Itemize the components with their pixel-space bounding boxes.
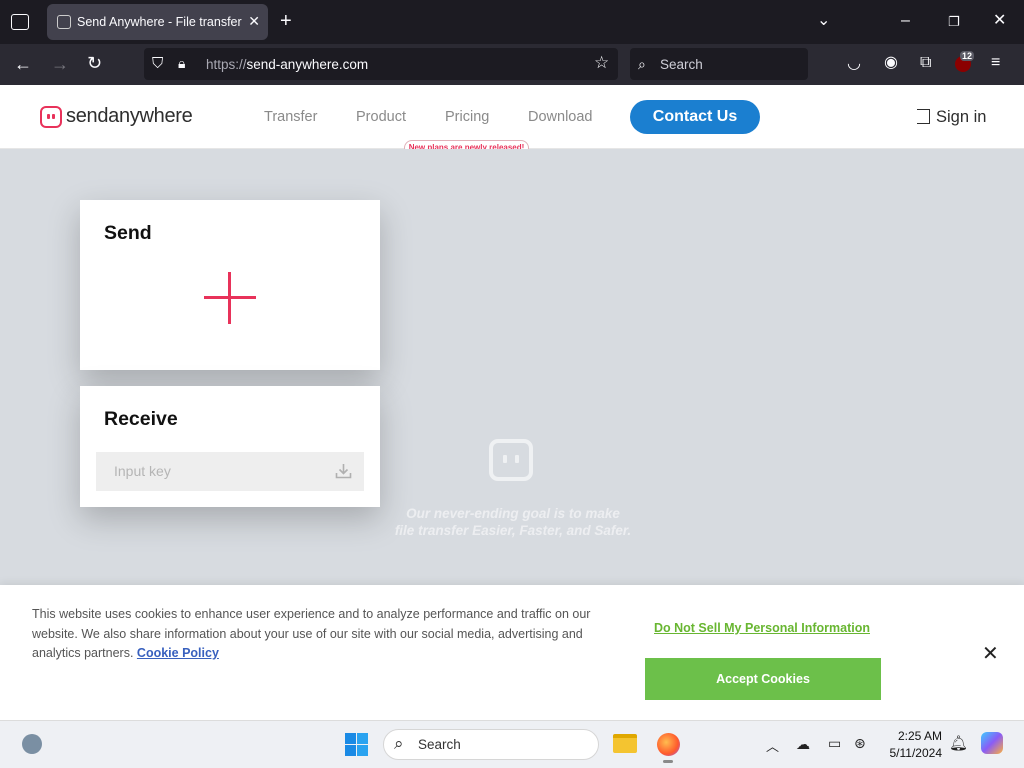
sign-in-link[interactable]: Sign in [917,108,986,127]
do-not-sell-link[interactable]: Do Not Sell My Personal Information [654,621,870,635]
close-tab-icon[interactable]: ✕ [248,13,260,30]
firefox-active-indicator [663,760,673,763]
show-hidden-icons-icon[interactable]: ︿ [766,736,779,755]
nav-product[interactable]: Product [356,109,406,125]
nav-pricing[interactable]: Pricing [445,109,489,125]
account-icon[interactable]: ◉ [884,55,898,71]
add-file-plus-icon[interactable] [204,272,256,324]
clock[interactable]: 2:25 AM 5/11/2024 [870,729,943,760]
cookie-text: This website uses cookies to enhance use… [32,607,591,660]
nav-transfer[interactable]: Transfer [264,109,317,125]
file-explorer-icon[interactable] [613,734,637,753]
tab-list-icon[interactable] [11,14,29,30]
taskbar-search-icon: ⌕ [394,734,404,753]
shield-icon[interactable]: ⛉ [152,56,163,72]
menu-icon[interactable]: ≡ [991,55,1000,71]
plus-vertical [228,272,231,324]
back-icon[interactable]: ← [14,55,32,73]
site-logo[interactable]: sendanywhere [66,105,193,128]
tagline-line2: file transfer Easier, Faster, and Safer. [394,523,632,538]
url-text[interactable]: https://send-anywhere.com [206,57,368,72]
download-icon[interactable] [335,463,352,479]
receive-title: Receive [104,408,178,430]
browser-search-bar[interactable]: ⌕ Search [630,48,808,80]
sendanywhere-watermark-icon [489,439,533,481]
tagline: Our never-ending goal is to make file tr… [358,505,668,539]
restore-icon[interactable]: ❐ [948,14,960,30]
display-icon[interactable]: ▭ [828,735,841,752]
site-favicon-icon [57,15,71,29]
input-key-placeholder: Input key [114,463,171,479]
close-window-icon[interactable]: ✕ [993,13,1006,29]
accept-cookies-button[interactable]: Accept Cookies [645,658,881,700]
notification-bell-icon[interactable]: 🔔︎ [949,734,968,752]
network-volume-icon[interactable]: ⊛ [854,735,866,752]
windows-start-icon[interactable] [345,733,368,756]
taskbar-search[interactable]: ⌕ Search [383,729,599,760]
extension-badge: 12 [960,51,975,61]
forward-icon[interactable]: → [51,55,69,73]
taskbar-search-label: Search [418,737,461,752]
clock-time: 2:25 AM [897,729,942,743]
copilot-icon[interactable] [981,732,1003,754]
browser-tab[interactable]: Send Anywhere - File transfer ✕ [47,4,268,40]
sendanywhere-logo-icon[interactable] [40,106,62,128]
bookmark-star-icon[interactable]: ☆ [594,54,609,71]
tagline-line1: Our never-ending goal is to make [406,506,620,521]
search-icon: ⌕ [638,56,646,72]
reload-icon[interactable]: ↻ [87,54,102,72]
list-all-tabs-icon[interactable]: ⌄ [817,13,830,29]
lock-icon[interactable]: 🔒︎ [178,55,185,71]
clock-date: 5/11/2024 [889,746,943,760]
firefox-icon[interactable] [657,733,680,756]
sign-in-icon [917,109,930,124]
address-bar[interactable]: ⛉ 🔒︎ https://send-anywhere.com ☆ [144,48,618,80]
extensions-icon[interactable]: ⧉ [920,55,931,71]
input-key-field[interactable]: Input key [96,452,364,491]
cookie-policy-link[interactable]: Cookie Policy [137,646,219,660]
pocket-icon[interactable]: ◡ [847,56,861,72]
browser-search-placeholder: Search [660,57,703,72]
send-title: Send [104,222,152,244]
onedrive-icon[interactable]: ☁ [796,736,810,753]
close-banner-icon[interactable]: ✕ [982,641,999,666]
nav-download[interactable]: Download [528,109,593,125]
tab-title: Send Anywhere - File transfer [77,15,242,29]
minimize-icon[interactable]: – [901,13,910,29]
widgets-icon[interactable] [22,734,42,754]
new-tab-icon[interactable]: + [280,11,292,31]
contact-us-button[interactable]: Contact Us [630,100,760,134]
